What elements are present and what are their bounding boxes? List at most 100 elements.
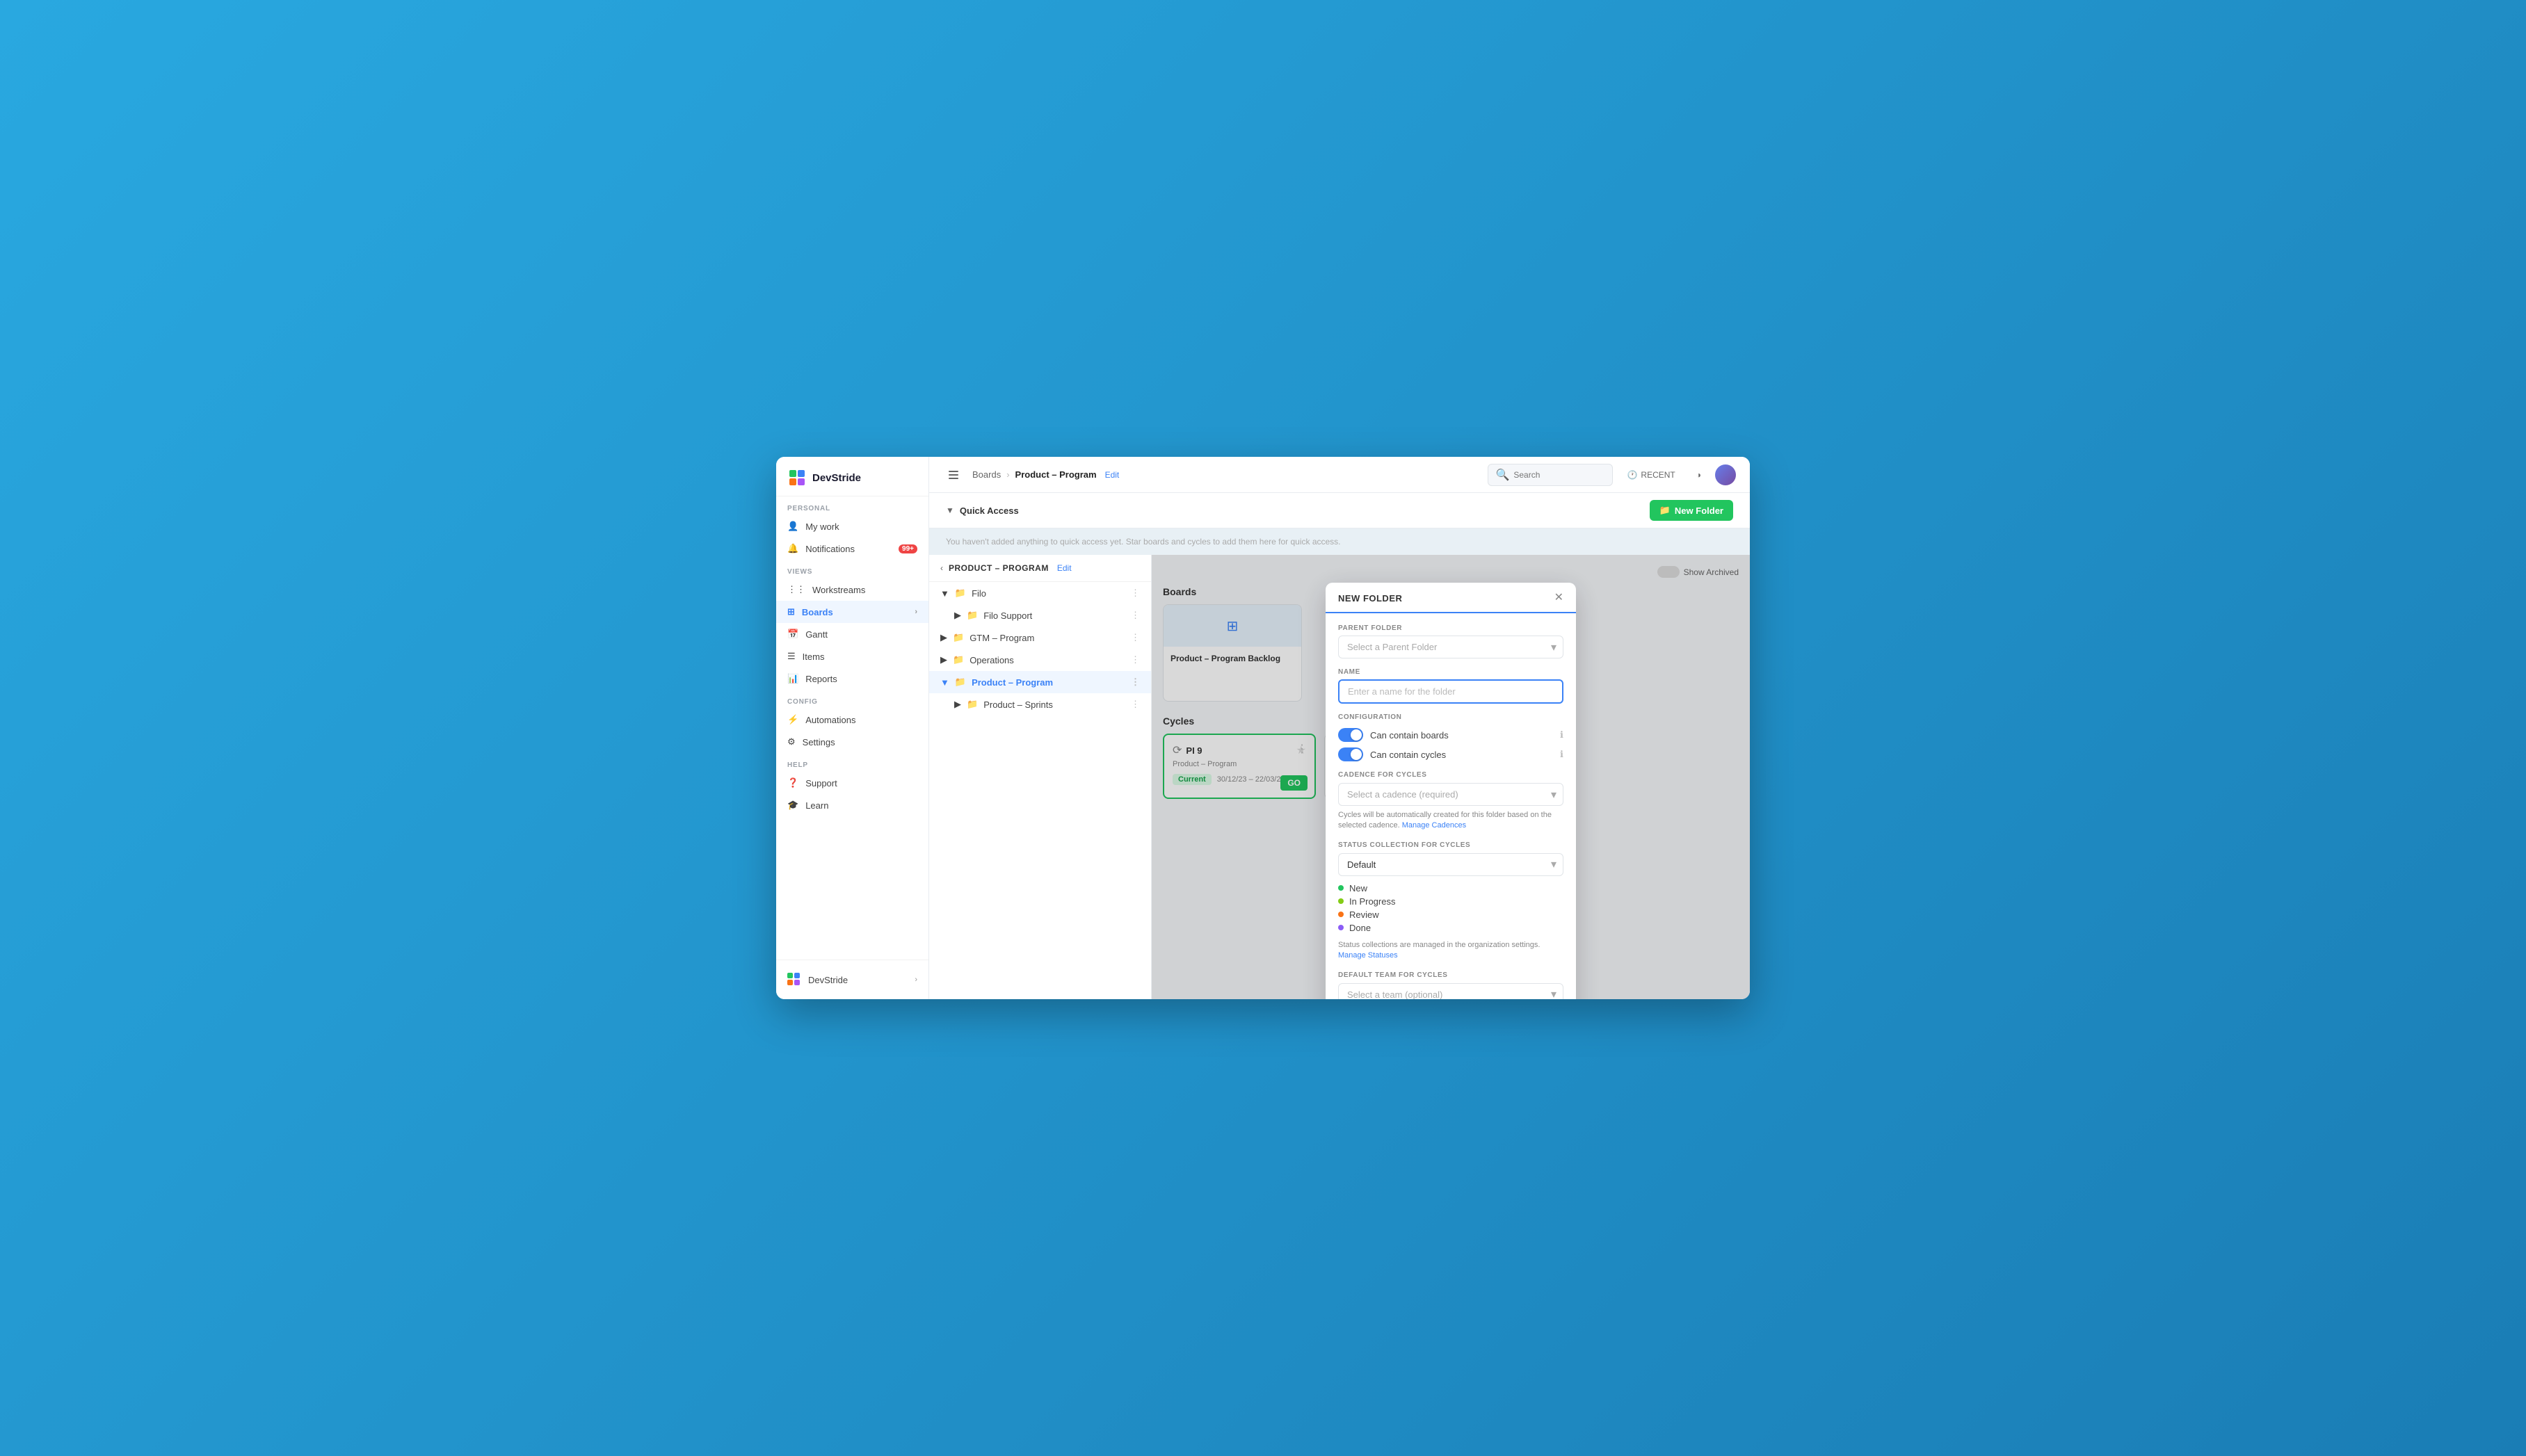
can-contain-boards-toggle[interactable] [1338, 728, 1363, 742]
chevron-right-icon: › [915, 976, 917, 984]
recent-button[interactable]: 🕐 RECENT [1620, 467, 1682, 483]
configuration-group: CONFIGURATION Can contain boards ℹ Can c… [1338, 713, 1563, 761]
folder-icon: 📁 [967, 699, 978, 710]
team-select[interactable]: Select a team (optional) [1338, 983, 1563, 999]
bell-icon: 🔔 [787, 543, 798, 554]
team-select-wrapper[interactable]: Select a team (optional) [1338, 983, 1563, 999]
status-label: In Progress [1349, 896, 1395, 907]
sidebar-item-label: My work [805, 521, 839, 532]
main-content: Boards › Product – Program Edit 🔍 🕐 RECE… [929, 457, 1750, 999]
parent-folder-select[interactable]: Select a Parent Folder [1338, 636, 1563, 658]
boards-icon: ⊞ [787, 606, 795, 617]
parent-folder-select-wrapper[interactable]: Select a Parent Folder [1338, 636, 1563, 658]
manage-statuses-link[interactable]: Manage Statuses [1338, 951, 1398, 960]
can-contain-cycles-label: Can contain cycles [1370, 750, 1446, 760]
expand-sidebar-button[interactable] [943, 464, 964, 485]
can-contain-cycles-toggle[interactable] [1338, 747, 1363, 761]
sidebar-item-workstreams[interactable]: ⋮⋮ Workstreams [776, 579, 928, 601]
search-box[interactable]: 🔍 [1488, 464, 1613, 486]
folder-menu-icon[interactable]: ⋮ [1131, 610, 1140, 621]
chevron-right-icon: ▶ [954, 699, 961, 710]
sidebar-item-boards[interactable]: ⊞ Boards › [776, 601, 928, 623]
boards-info-icon[interactable]: ℹ [1560, 729, 1563, 741]
sidebar-item-notifications[interactable]: 🔔 Notifications 99+ [776, 537, 928, 560]
modal-body: PARENT FOLDER Select a Parent Folder [1326, 613, 1576, 999]
cadence-select-wrapper[interactable]: Select a cadence (required) [1338, 783, 1563, 806]
automations-icon: ⚡ [787, 714, 798, 725]
sidebar-item-my-work[interactable]: 👤 My work [776, 515, 928, 537]
folder-name-input[interactable] [1338, 679, 1563, 704]
folder-menu-icon[interactable]: ⋮ [1131, 677, 1140, 688]
new-folder-modal: NEW FOLDER ✕ PARENT FOLDER Select a Pare [1326, 583, 1576, 999]
default-team-label: DEFAULT TEAM FOR CYCLES [1338, 971, 1563, 979]
folder-label: Product – Sprints [983, 699, 1053, 710]
sidebar-item-automations[interactable]: ⚡ Automations [776, 709, 928, 731]
folder-item-filo-support[interactable]: ▶ 📁 Filo Support ⋮ [929, 604, 1151, 626]
folder-icon: 📁 [955, 588, 966, 599]
sidebar-bottom: DevStride › [776, 960, 928, 999]
page-area: ▼ Quick Access 📁 New Folder You haven't … [929, 493, 1750, 999]
folder-menu-icon[interactable]: ⋮ [1131, 699, 1140, 710]
default-team-group: DEFAULT TEAM FOR CYCLES Select a team (o… [1338, 971, 1563, 999]
sidebar-item-gantt[interactable]: 📅 Gantt [776, 623, 928, 645]
status-collection-select[interactable]: Default [1338, 853, 1563, 876]
folder-item-filo[interactable]: ▼ 📁 Filo ⋮ [929, 582, 1151, 604]
folder-item-gtm[interactable]: ▶ 📁 GTM – Program ⋮ [929, 626, 1151, 649]
config-section-label: CONFIG [776, 690, 928, 709]
folder-menu-icon[interactable]: ⋮ [1131, 632, 1140, 643]
review-status-dot [1338, 912, 1344, 917]
views-section-label: VIEWS [776, 560, 928, 579]
sidebar-item-reports[interactable]: 📊 Reports [776, 668, 928, 690]
sidebar-expand-icon [948, 469, 959, 480]
content-split: ‹ PRODUCT – PROGRAM Edit ▼ 📁 Filo ⋮ ▶ 📁 [929, 555, 1750, 999]
status-collection-select-wrapper[interactable]: Default [1338, 853, 1563, 876]
status-label: New [1349, 883, 1367, 893]
new-folder-button[interactable]: 📁 New Folder [1650, 500, 1733, 521]
folder-icon: 📁 [967, 610, 978, 621]
sidebar-logo[interactable]: DevStride [776, 457, 928, 496]
manage-cadences-link[interactable]: Manage Cadences [1402, 821, 1466, 830]
folder-item-operations[interactable]: ▶ 📁 Operations ⋮ [929, 649, 1151, 671]
sidebar-item-label: Learn [805, 800, 828, 811]
folder-item-product-program[interactable]: ▼ 📁 Product – Program ⋮ [929, 671, 1151, 693]
sidebar-item-settings[interactable]: ⚙ Settings [776, 731, 928, 753]
items-icon: ☰ [787, 651, 796, 662]
modal-header: NEW FOLDER ✕ [1326, 583, 1576, 613]
topbar-right: 🔍 🕐 RECENT ◑ [1488, 464, 1736, 486]
app-name: DevStride [812, 472, 861, 484]
folder-menu-icon[interactable]: ⋮ [1131, 654, 1140, 665]
cadence-select[interactable]: Select a cadence (required) [1338, 783, 1563, 806]
quick-access-chevron[interactable]: ▼ [946, 505, 954, 515]
search-input[interactable] [1513, 470, 1605, 480]
breadcrumb-boards[interactable]: Boards [972, 469, 1001, 480]
folder-name-group: NAME [1338, 668, 1563, 704]
breadcrumb-separator: › [1006, 469, 1009, 480]
sidebar-item-support[interactable]: ❓ Support [776, 772, 928, 794]
modal-title: NEW FOLDER [1338, 593, 1402, 604]
panel-edit-button[interactable]: Edit [1057, 563, 1072, 573]
sidebar: DevStride PERSONAL 👤 My work 🔔 Notificat… [776, 457, 929, 999]
user-avatar[interactable] [1715, 464, 1736, 485]
sidebar-item-items[interactable]: ☰ Items [776, 645, 928, 668]
chevron-right-icon: ▶ [954, 610, 961, 621]
status-item-in-progress: In Progress [1338, 895, 1563, 908]
help-section-label: HELP [776, 753, 928, 772]
sidebar-item-learn[interactable]: 🎓 Learn [776, 794, 928, 816]
modal-overlay[interactable]: NEW FOLDER ✕ PARENT FOLDER Select a Pare [1152, 555, 1750, 999]
modal-close-button[interactable]: ✕ [1554, 592, 1563, 604]
can-contain-boards-label: Can contain boards [1370, 730, 1449, 741]
cadence-group: CADENCE FOR CYCLES Select a cadence (req… [1338, 771, 1563, 832]
sidebar-item-label: Automations [805, 715, 855, 725]
theme-toggle-button[interactable]: ◑ [1689, 467, 1708, 483]
quick-access-bar: ▼ Quick Access 📁 New Folder [929, 493, 1750, 528]
chevron-right-icon: › [915, 608, 917, 616]
folder-item-product-sprints[interactable]: ▶ 📁 Product – Sprints ⋮ [929, 693, 1151, 715]
folder-menu-icon[interactable]: ⋮ [1131, 588, 1140, 599]
folder-icon: 📁 [955, 677, 966, 688]
status-list: New In Progress Review [1338, 882, 1563, 935]
breadcrumb-edit-button[interactable]: Edit [1105, 470, 1120, 480]
folder-icon: 📁 [953, 654, 964, 665]
back-button[interactable]: ‹ [940, 563, 943, 573]
sidebar-bottom-item[interactable]: DevStride › [776, 967, 928, 992]
cycles-info-icon[interactable]: ℹ [1560, 749, 1563, 760]
